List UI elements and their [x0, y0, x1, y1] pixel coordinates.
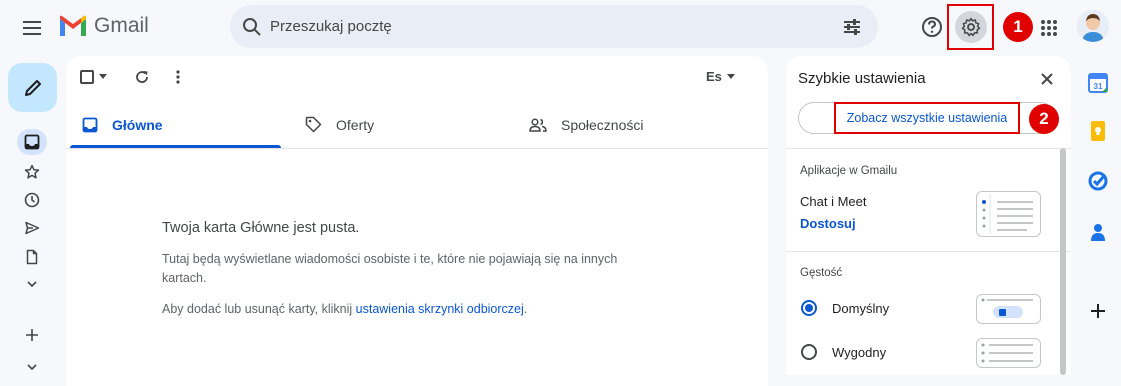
active-tab-underline [70, 145, 281, 148]
density-preview-icon [981, 343, 1033, 363]
left-navigation-rail [0, 56, 64, 375]
inbox-settings-link[interactable]: ustawienia skrzynki odbiorczej [356, 302, 524, 316]
main-menu-button[interactable] [18, 14, 46, 42]
app-name: Gmail [94, 14, 149, 37]
apps-section-label: Aplikacje w Gmailu [800, 165, 898, 177]
density-comfortable-label: Wygodny [832, 345, 887, 360]
snoozed-nav-button[interactable] [20, 188, 44, 212]
chevron-down-icon [27, 281, 37, 288]
plus-icon[interactable] [1087, 300, 1109, 322]
inbox-toolbar: Es [66, 56, 768, 100]
gmail-logo[interactable]: Gmail [58, 14, 149, 38]
tab-label: Społeczności [561, 116, 644, 133]
density-preview-icon [981, 298, 1033, 318]
compose-button[interactable] [8, 63, 57, 112]
create-label-button[interactable] [20, 323, 44, 347]
density-default-thumbnail [976, 294, 1041, 324]
panel-scrollbar[interactable] [1060, 148, 1066, 375]
tab-label: Główne [112, 116, 163, 133]
caret-down-icon [726, 73, 735, 79]
inbox-main-panel: Es Główne Oferty Społeczności Twoja kart… [66, 56, 768, 386]
density-default-label: Domyślny [832, 301, 890, 316]
plus-icon [26, 329, 38, 341]
customize-link[interactable]: Dostosuj [800, 216, 856, 231]
tab-label: Oferty [336, 116, 375, 133]
sent-nav-button[interactable] [20, 216, 44, 240]
svg-text:31: 31 [1094, 82, 1103, 91]
step-badge-1: 1 [1003, 12, 1033, 42]
hint-suffix: . [523, 302, 528, 316]
more-vertical-icon[interactable] [175, 69, 181, 85]
help-icon[interactable] [920, 15, 944, 39]
tasks-icon[interactable] [1087, 170, 1109, 192]
empty-state-description: Tutaj będą wyświetlane wiadomości osobis… [162, 252, 618, 285]
gmail-m-icon [60, 15, 86, 36]
chevron-down-icon [27, 364, 37, 371]
select-checkbox-dropdown[interactable] [80, 70, 107, 84]
chat-meet-thumbnail [976, 191, 1041, 237]
quick-settings-panel: Szybkie ustawienia Zobacz wszystkie usta… [786, 56, 1071, 375]
inbox-nav-button[interactable] [20, 130, 44, 154]
empty-state: Twoja karta Główne jest pusta. Tutaj będ… [162, 220, 662, 331]
tab-social[interactable]: Społeczności [529, 100, 644, 149]
google-apps-icon[interactable] [1040, 19, 1058, 37]
contacts-icon[interactable] [1087, 221, 1109, 243]
chat-meet-label: Chat i Meet [800, 194, 867, 209]
account-avatar[interactable] [1077, 10, 1109, 42]
people-icon [529, 117, 547, 132]
inbox-icon [82, 117, 98, 132]
tab-primary[interactable]: Główne [82, 100, 163, 149]
more-nav-button[interactable] [20, 272, 44, 296]
step-badge-2: 2 [1029, 104, 1059, 134]
hint-prefix: Aby dodać lub usunąć karty, kliknij [162, 302, 353, 316]
density-section-label: Gęstość [800, 267, 843, 279]
send-icon [25, 221, 40, 235]
top-bar: Gmail 1 [0, 0, 1121, 56]
select-all-checkbox[interactable] [80, 70, 94, 84]
empty-state-title: Twoja karta Główne jest pusta. [162, 220, 360, 236]
calendar-icon[interactable]: 31 [1087, 72, 1109, 94]
see-all-settings-button[interactable]: Zobacz wszystkie ustawienia [834, 102, 1020, 134]
draft-document-icon [26, 249, 38, 265]
caret-down-icon [99, 74, 107, 79]
category-tabs: Główne Oferty Społeczności [66, 100, 768, 149]
user-avatar-icon [1077, 10, 1109, 42]
density-comfortable-thumbnail [976, 338, 1041, 368]
labels-expand-button[interactable] [20, 355, 44, 379]
clock-icon [24, 192, 40, 208]
close-icon[interactable] [1038, 70, 1056, 88]
settings-highlight-box [947, 4, 994, 50]
layout-preview-icon [982, 194, 1033, 234]
settings-button[interactable] [955, 11, 987, 43]
sort-dropdown[interactable]: Es [706, 69, 735, 84]
empty-state-hint: Aby dodać lub usunąć karty, kliknij usta… [162, 300, 662, 319]
inbox-icon [24, 134, 40, 150]
hamburger-menu-icon [23, 21, 41, 35]
sort-label: Es [706, 69, 722, 84]
density-default-radio[interactable] [801, 300, 817, 316]
search-input[interactable] [270, 5, 830, 48]
panel-divider [786, 251, 1071, 252]
tag-icon [305, 116, 322, 133]
panel-divider [786, 148, 1071, 149]
starred-nav-button[interactable] [20, 160, 44, 184]
tab-promotions[interactable]: Oferty [305, 100, 374, 149]
refresh-icon[interactable] [134, 69, 150, 85]
drafts-nav-button[interactable] [20, 245, 44, 269]
star-icon [24, 164, 40, 179]
search-options-icon[interactable] [842, 17, 862, 37]
side-apps-rail: 31 [1077, 56, 1121, 375]
density-comfortable-radio[interactable] [801, 344, 817, 360]
gear-icon [961, 17, 981, 37]
search-icon[interactable] [242, 17, 262, 37]
keep-icon[interactable] [1087, 120, 1109, 142]
pencil-icon [24, 79, 41, 96]
quick-settings-title: Szybkie ustawienia [798, 70, 926, 87]
search-bar[interactable] [230, 5, 878, 48]
